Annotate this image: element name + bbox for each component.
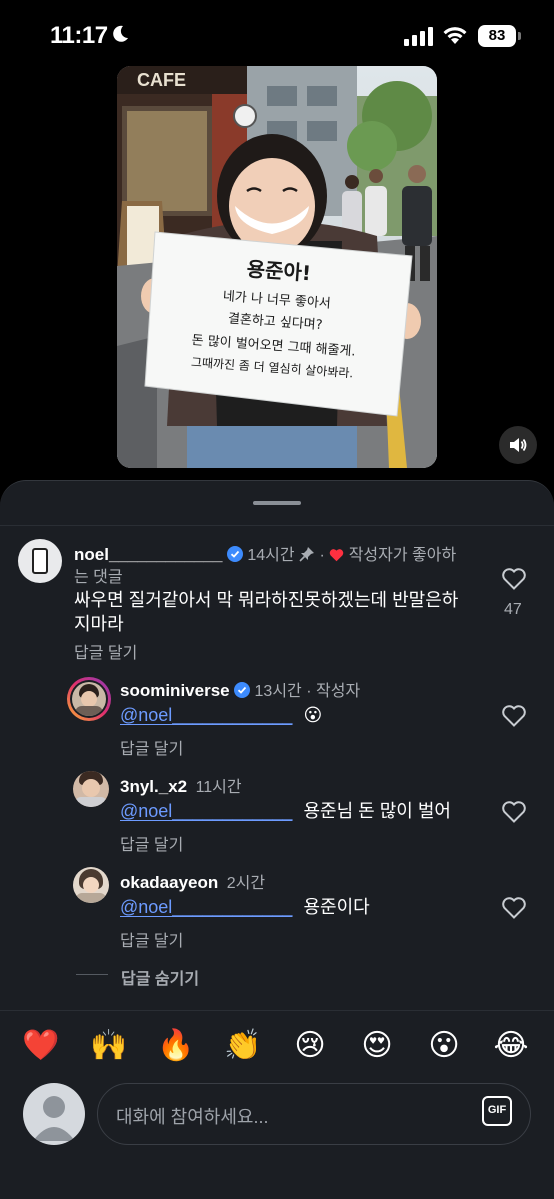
reply-text: @noel____________ 용준님 돈 많이 벌어 <box>120 799 451 823</box>
emoji-laughing-button[interactable]: 😂 <box>491 1026 531 1066</box>
reply-meta: okadaayeon 2시간 <box>120 869 265 893</box>
like-heart-icon[interactable] <box>501 704 527 728</box>
liked-by-author-label: 작성자가 좋아하 <box>348 547 457 564</box>
gif-button[interactable]: GIF <box>482 1096 512 1126</box>
reply-button[interactable]: 답글 달기 <box>120 927 183 951</box>
sound-toggle-button[interactable] <box>499 426 537 464</box>
hide-replies-line <box>76 974 108 975</box>
emoji-clap-button[interactable]: 👏 <box>223 1026 263 1066</box>
reply-time: 2시간 <box>226 875 266 892</box>
reply-meta: soominiverse 13시간 · 작성자 <box>120 681 361 700</box>
reply-username[interactable]: soominiverse <box>120 681 230 700</box>
emoji-heart-eyes-button[interactable]: 😍 <box>357 1026 397 1066</box>
reply-text: @noel____________ 용준이다 <box>120 895 370 919</box>
sign-line-1: 용준아! <box>246 257 312 285</box>
default-user-icon <box>33 1096 75 1141</box>
reply-meta: 3nyl._x2 11시간 <box>120 773 242 797</box>
status-time: 11:17 <box>50 22 108 49</box>
reply-time: 13시간 <box>254 683 302 700</box>
author-role-label: 작성자 <box>316 683 361 700</box>
reply-username[interactable]: okadaayeon <box>120 873 218 892</box>
hide-replies-button[interactable]: 답글 숨기기 <box>121 965 199 989</box>
liked-by-author-label-cont: 는 댓글 <box>74 569 123 586</box>
like-heart-icon[interactable] <box>501 800 527 824</box>
reply-text-body: 용준이다 <box>303 897 370 917</box>
comment-item: noel____________ 14시간 · 작성자가 좋아하 는 댓글 싸우… <box>0 481 554 671</box>
reply-text-body: 용준님 돈 많이 벌어 <box>303 801 451 821</box>
cafe-sign-text: CAFE <box>137 70 186 90</box>
reply-item: 3nyl._x2 11시간 @noel____________ 용준님 돈 많이… <box>0 767 554 862</box>
mention-link[interactable]: @noel____________ <box>120 801 292 821</box>
avatar[interactable] <box>18 539 62 583</box>
reel-video[interactable]: CAFE 용준아! 네가 나 너무 좋아서 결혼하고 싶다며? 돈 많이 벌어오… <box>117 66 437 468</box>
comment-input-placeholder: 대화에 참여하세요... <box>116 1107 269 1127</box>
mention-link[interactable]: @noel____________ <box>120 705 292 725</box>
verified-badge-icon <box>234 682 251 698</box>
comment-text-line: 지마라 <box>74 614 124 634</box>
my-avatar <box>23 1083 85 1145</box>
comment-time: 14시간 <box>247 547 295 564</box>
emoji-raising-hands-button[interactable]: 🙌 <box>89 1026 129 1066</box>
reply-time: 11시간 <box>195 779 242 796</box>
comment-text-line: 싸우면 질거같아서 막 뭐라하진못하겠는데 반말은하 <box>74 590 459 610</box>
reply-text-body: 😮 <box>303 705 323 725</box>
like-heart-icon[interactable] <box>501 567 527 591</box>
comment-text: 싸우면 질거같아서 막 뭐라하진못하겠는데 반말은하 지마라 <box>74 588 484 636</box>
video-scene: CAFE 용준아! 네가 나 너무 좋아서 결혼하고 싶다며? 돈 많이 벌어오… <box>117 66 437 468</box>
reply-button[interactable]: 답글 달기 <box>74 639 137 663</box>
verified-badge-icon <box>226 546 243 562</box>
moon-icon <box>113 25 128 42</box>
like-count: 47 <box>504 601 522 618</box>
comment-username[interactable]: noel____________ <box>74 545 222 564</box>
status-bar: 11:17 83 <box>0 0 554 72</box>
reply-text: @noel____________ 😮 <box>120 703 322 727</box>
battery-indicator: 83 <box>478 25 516 47</box>
emoji-heart-button[interactable]: ❤️ <box>21 1026 61 1066</box>
author-liked-heart-icon <box>329 549 344 562</box>
reply-username[interactable]: 3nyl._x2 <box>120 777 187 796</box>
emoji-surprised-button[interactable]: 😮 <box>424 1026 464 1066</box>
emoji-quick-bar: ❤️ 🙌 🔥 👏 😢 😍 😮 😂 <box>0 1026 554 1068</box>
reply-item: soominiverse 13시간 · 작성자 @noel___________… <box>0 671 554 766</box>
avatar[interactable] <box>67 677 111 721</box>
pin-icon <box>299 547 315 562</box>
reply-button[interactable]: 답글 달기 <box>120 831 183 855</box>
reply-button[interactable]: 답글 달기 <box>120 735 183 759</box>
avatar[interactable] <box>73 867 109 903</box>
emoji-crying-button[interactable]: 😢 <box>290 1026 330 1066</box>
battery-tip <box>518 32 521 40</box>
emoji-fire-button[interactable]: 🔥 <box>156 1026 196 1066</box>
comment-input[interactable]: 대화에 참여하세요... <box>97 1083 531 1145</box>
mention-link[interactable]: @noel____________ <box>120 897 292 917</box>
like-heart-icon[interactable] <box>501 896 527 920</box>
cellular-signal-icon <box>404 27 433 46</box>
avatar[interactable] <box>73 771 109 807</box>
comment-meta: noel____________ 14시간 · 작성자가 좋아하 <box>74 545 457 564</box>
reply-item: okadaayeon 2시간 @noel____________ 용준이다 답글… <box>0 863 554 958</box>
wifi-icon <box>443 27 467 44</box>
speaker-icon <box>510 438 527 452</box>
